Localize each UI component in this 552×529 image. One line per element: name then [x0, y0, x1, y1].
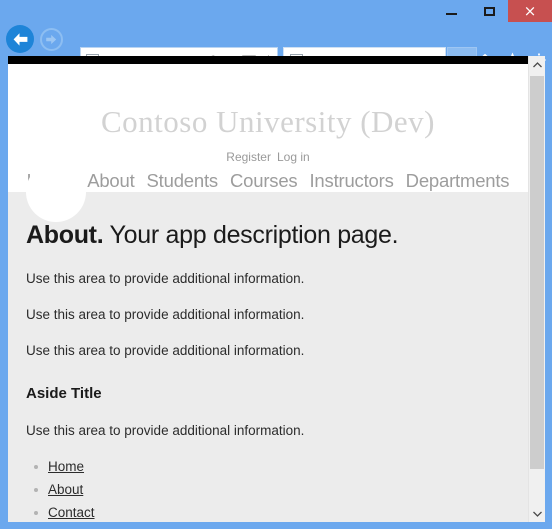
aside-title: Aside Title — [26, 385, 102, 402]
list-item: Home — [34, 455, 510, 478]
forward-arrow-icon — [46, 34, 57, 45]
title-bar: × — [0, 0, 552, 22]
browser-window: × http://localhost:214 — [0, 0, 552, 529]
page-title: About. Your app description page. — [26, 221, 510, 250]
page-body: About. Your app description page. Use th… — [8, 162, 528, 522]
site-brand[interactable]: Contoso University (Dev) — [8, 104, 528, 140]
browser-toolbar: http://localhost:214 — [0, 22, 552, 75]
paragraph-3: Use this area to provide additional info… — [26, 343, 305, 358]
scroll-up-icon[interactable] — [529, 56, 545, 73]
maximize-icon — [483, 6, 495, 16]
list-item: Contact — [34, 501, 510, 522]
maximize-button[interactable] — [470, 0, 508, 22]
scroll-down-icon[interactable] — [529, 505, 545, 522]
nav-item-instructors[interactable]: Instructors — [309, 170, 393, 191]
link-contact[interactable]: Contact — [48, 505, 95, 520]
close-button[interactable]: × — [508, 0, 552, 22]
page-content: About. Your app description page. Use th… — [26, 192, 510, 522]
page-viewport: Contoso University (Dev) Register Log in … — [8, 56, 545, 522]
login-link[interactable]: Log in — [277, 150, 310, 164]
aside-paragraph: Use this area to provide additional info… — [26, 423, 305, 438]
paragraph-2: Use this area to provide additional info… — [26, 307, 305, 322]
register-link[interactable]: Register — [226, 150, 271, 164]
link-about[interactable]: About — [48, 482, 83, 497]
minimize-icon — [445, 13, 457, 15]
site-header: Contoso University (Dev) Register Log in … — [8, 64, 528, 192]
account-links: Register Log in — [8, 150, 528, 164]
vertical-scrollbar[interactable] — [528, 56, 545, 522]
close-icon: × — [523, 1, 537, 20]
top-dark-strip — [8, 56, 528, 64]
forward-button[interactable] — [40, 28, 63, 51]
minimize-button[interactable] — [432, 0, 470, 22]
paragraph-1: Use this area to provide additional info… — [26, 271, 305, 286]
back-button[interactable] — [6, 25, 34, 53]
main-navigation: HomeAboutStudentsCoursesInstructorsDepar… — [8, 170, 528, 192]
nav-item-students[interactable]: Students — [147, 170, 219, 191]
scrollbar-thumb[interactable] — [530, 76, 544, 469]
nav-item-courses[interactable]: Courses — [230, 170, 298, 191]
back-arrow-icon — [13, 32, 27, 46]
list-item: About — [34, 478, 510, 501]
window-controls: × — [432, 0, 552, 22]
nav-item-about[interactable]: About — [87, 170, 135, 191]
page-title-strong: About. — [26, 221, 104, 249]
link-home[interactable]: Home — [48, 459, 84, 474]
web-page: Contoso University (Dev) Register Log in … — [8, 64, 528, 522]
aside-link-list: Home About Contact — [26, 455, 510, 522]
page-title-rest: Your app description page. — [109, 221, 399, 249]
nav-item-departments[interactable]: Departments — [406, 170, 510, 191]
